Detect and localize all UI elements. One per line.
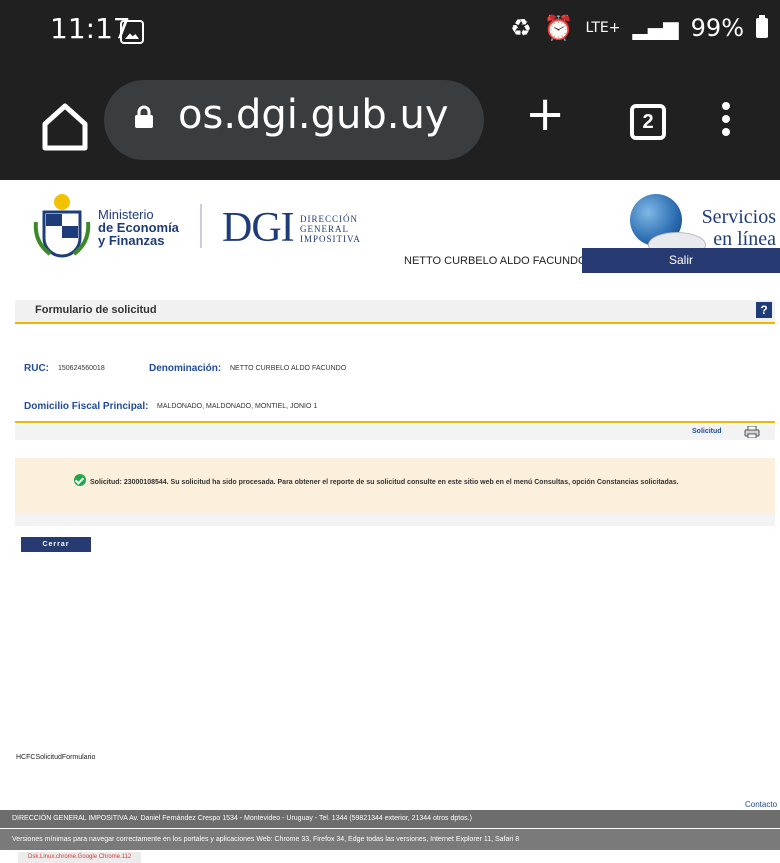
status-time: 11:17 xyxy=(50,12,131,45)
ruc-value: 150624560018 xyxy=(58,365,105,372)
ministerio-logo-text: Ministerio de Economía y Finanzas xyxy=(98,208,179,247)
domicilio-label: Domicilio Fiscal Principal: xyxy=(24,401,149,412)
ruc-label: RUC: xyxy=(24,363,49,374)
dgi-sub-line-1: DIRECCIÓN xyxy=(300,214,358,224)
logo-separator xyxy=(200,204,202,248)
servicios-line-1: Servicios xyxy=(701,206,776,228)
solicitud-print-link[interactable]: Solicitud xyxy=(692,428,722,435)
address-bar[interactable]: os.dgi.gub.uy xyxy=(104,80,484,160)
dgi-logo-subtitle: DIRECCIÓN GENERAL IMPOSITIVA xyxy=(300,214,361,244)
contact-link[interactable]: Contacto xyxy=(745,800,777,809)
close-button[interactable]: Cerrar xyxy=(21,537,91,552)
signal-icon: ▂▄▆ xyxy=(632,16,679,40)
system-icons: ♻ ⏰ LTE+ ▂▄▆ 99% xyxy=(510,14,768,42)
dgi-sub-line-2: GENERAL xyxy=(300,224,349,234)
check-circle-icon xyxy=(74,474,86,486)
print-icon[interactable] xyxy=(744,426,760,438)
servicios-en-linea-logo: Servicios en línea xyxy=(680,206,776,250)
footer-address-bar: DIRECCIÓN GENERAL IMPOSITIVA Av. Daniel … xyxy=(0,810,780,828)
footer-address: DIRECCIÓN GENERAL IMPOSITIVA Av. Daniel … xyxy=(12,815,472,822)
home-icon[interactable] xyxy=(35,96,95,156)
build-info: Dsk.Linux.chrome.Google Chrome.112 xyxy=(18,852,142,863)
footer-versions: Versiones mínimas para navegar correctam… xyxy=(12,836,520,843)
new-tab-button[interactable]: + xyxy=(525,86,565,142)
servicios-line-2: en línea xyxy=(713,228,776,250)
divider xyxy=(15,421,775,423)
dgi-logo: DGI xyxy=(222,205,295,251)
recycle-icon: ♻ xyxy=(510,14,532,42)
form-title: Formulario de solicitud xyxy=(35,304,157,316)
status-bar: 11:17 ♻ ⏰ LTE+ ▂▄▆ 99% xyxy=(0,0,780,66)
denominacion-label: Denominación: xyxy=(149,363,222,374)
success-message: Solicitud: 23000108544. Su solicitud ha … xyxy=(90,479,679,486)
success-message-box xyxy=(15,458,775,514)
footer-versions-bar: Versiones mínimas para navegar correctam… xyxy=(0,829,780,850)
help-icon[interactable]: ? xyxy=(756,302,772,318)
browser-menu-icon[interactable] xyxy=(722,102,732,141)
user-name: NETTO CURBELO ALDO FACUNDO xyxy=(404,255,587,267)
tab-switcher-button[interactable]: 2 xyxy=(630,104,666,140)
denominacion-value: NETTO CURBELO ALDO FACUNDO xyxy=(230,365,347,372)
uruguay-coat-of-arms-logo xyxy=(33,194,91,258)
mef-line-3: y Finanzas xyxy=(98,233,165,248)
domicilio-value: MALDONADO, MALDONADO, MONTIEL, JONIO 1 xyxy=(157,403,318,410)
message-footer-bar xyxy=(15,514,775,526)
lock-icon[interactable] xyxy=(134,105,154,129)
battery-level: 99% xyxy=(690,14,744,42)
solicitud-toolbar xyxy=(15,425,775,440)
alarm-icon: ⏰ xyxy=(543,14,574,42)
form-identifier: HCFCSolicitudFormulario xyxy=(16,754,96,761)
network-label: LTE+ xyxy=(585,20,621,36)
battery-icon xyxy=(756,15,768,38)
image-notification-icon xyxy=(120,20,144,44)
browser-toolbar: os.dgi.gub.uy + 2 xyxy=(0,66,780,180)
form-title-bar: Formulario de solicitud ? xyxy=(15,300,775,324)
logout-button[interactable]: Salir xyxy=(582,248,780,273)
url-text[interactable]: os.dgi.gub.uy xyxy=(178,92,449,138)
dgi-sub-line-3: IMPOSITIVA xyxy=(300,234,361,244)
